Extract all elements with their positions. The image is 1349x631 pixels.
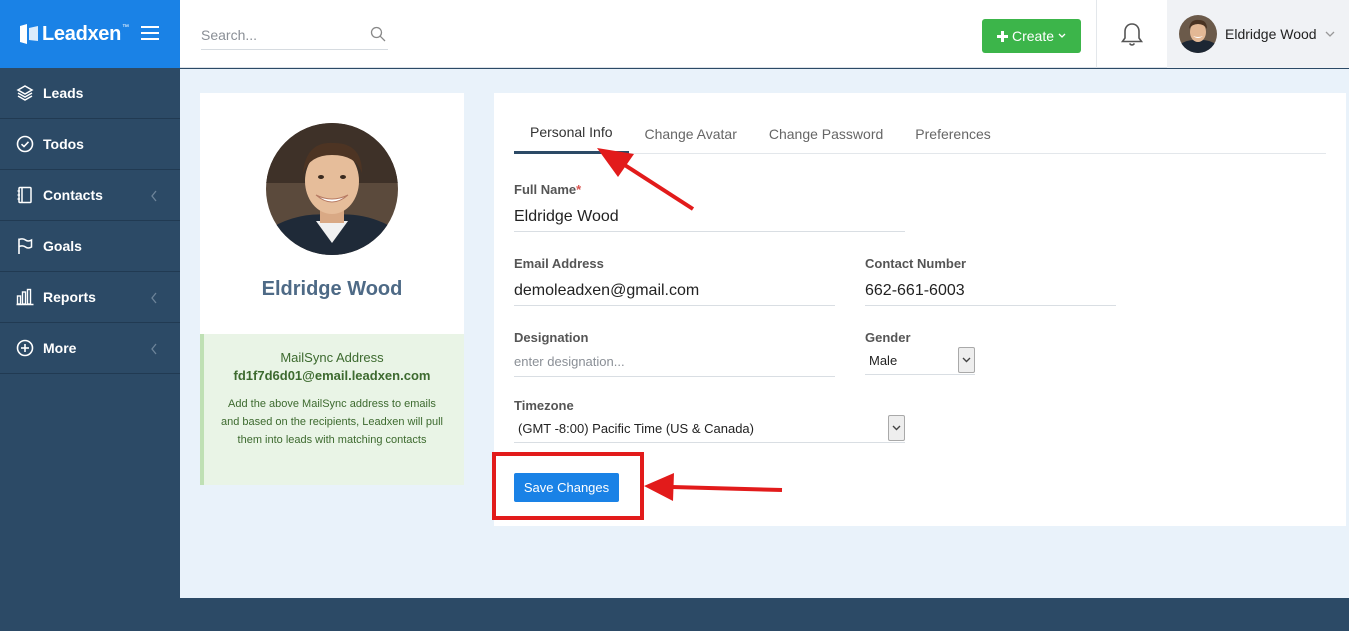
chevron-left-icon	[151, 343, 157, 355]
main-content: Eldridge Wood MailSync Address fd1f7d6d0…	[180, 69, 1349, 598]
sidebar-item-label: More	[43, 340, 77, 356]
plus-icon	[996, 30, 1008, 42]
full-name-field[interactable]	[514, 202, 905, 232]
topbar: Create Eldridge Wood	[180, 0, 1349, 68]
profile-avatar	[266, 123, 398, 255]
user-menu[interactable]: Eldridge Wood	[1167, 0, 1349, 68]
sidebar-item-label: Goals	[43, 238, 82, 254]
user-name: Eldridge Wood	[1225, 26, 1317, 42]
designation-label: Designation	[514, 330, 589, 345]
timezone-label: Timezone	[514, 398, 574, 413]
email-field[interactable]	[514, 276, 835, 306]
brand-logo[interactable]: Leadxen ™	[20, 23, 129, 46]
tab-preferences[interactable]: Preferences	[899, 113, 1006, 154]
brand-bar: Leadxen ™	[0, 0, 180, 68]
profile-name: Eldridge Wood	[261, 278, 403, 300]
chevron-down-icon	[1325, 31, 1335, 37]
chevron-down-icon	[1058, 33, 1066, 38]
full-name-label: Full Name*	[514, 182, 582, 197]
email-label: Email Address	[514, 256, 604, 271]
create-button-label: Create	[1011, 28, 1055, 44]
timezone-selected-value: (GMT -8:00) Pacific Time (US & Canada)	[518, 421, 754, 436]
address-book-icon	[17, 186, 32, 204]
footer-strip	[180, 598, 1349, 631]
sidebar-item-goals[interactable]: Goals	[0, 221, 180, 272]
plus-circle-icon	[16, 339, 34, 357]
contact-number-field[interactable]	[865, 276, 1116, 306]
sidebar-item-more[interactable]: More	[0, 323, 180, 374]
avatar	[1179, 15, 1217, 53]
profile-form-card: Personal Info Change Avatar Change Passw…	[494, 93, 1346, 526]
mailsync-description: Add the above MailSync address to emails…	[221, 398, 443, 446]
sidebar-item-contacts[interactable]: Contacts	[0, 170, 180, 221]
brand-tm: ™	[122, 23, 129, 31]
save-changes-button[interactable]: Save Changes	[514, 473, 619, 502]
gender-selected-value: Male	[869, 353, 898, 368]
check-circle-icon	[16, 135, 34, 153]
sidebar: Leads Todos Contacts Goals Reports More	[0, 68, 180, 631]
leadxen-logo-icon	[20, 24, 38, 44]
sidebar-item-todos[interactable]: Todos	[0, 119, 180, 170]
contact-number-label: Contact Number	[865, 256, 967, 271]
tab-personal-info[interactable]: Personal Info	[514, 113, 629, 154]
search-icon[interactable]	[370, 26, 386, 42]
gender-label: Gender	[865, 330, 911, 345]
timezone-select[interactable]: (GMT -8:00) Pacific Time (US & Canada)	[514, 415, 905, 443]
sidebar-item-leads[interactable]: Leads	[0, 68, 180, 119]
sidebar-item-label: Leads	[43, 85, 84, 101]
profile-card: Eldridge Wood MailSync Address fd1f7d6d0…	[200, 93, 464, 485]
flag-icon	[18, 238, 33, 254]
sidebar-item-reports[interactable]: Reports	[0, 272, 180, 323]
sidebar-item-label: Contacts	[43, 187, 103, 203]
tab-change-password[interactable]: Change Password	[753, 113, 899, 154]
gender-select[interactable]: Male	[865, 347, 975, 375]
create-button[interactable]: Create	[982, 19, 1081, 53]
designation-field[interactable]	[514, 347, 835, 377]
sidebar-item-label: Reports	[43, 289, 96, 305]
tab-bar: Personal Info Change Avatar Change Passw…	[514, 113, 1326, 154]
tab-change-avatar[interactable]: Change Avatar	[629, 113, 753, 154]
search-input[interactable]	[201, 26, 361, 43]
mailsync-address: fd1f7d6d01@email.leadxen.com	[233, 368, 431, 383]
layers-icon	[16, 85, 34, 101]
search-box	[201, 20, 388, 50]
mailsync-panel: MailSync Address fd1f7d6d01@email.leadxe…	[200, 334, 464, 485]
chevron-left-icon	[151, 190, 157, 202]
chevron-left-icon	[151, 292, 157, 304]
dropdown-arrow-icon[interactable]	[888, 415, 905, 441]
notification-bell-icon[interactable]	[1120, 22, 1144, 48]
mailsync-title: MailSync Address	[280, 350, 384, 365]
menu-toggle-icon[interactable]	[141, 26, 159, 40]
topbar-divider	[1096, 0, 1097, 68]
sidebar-item-label: Todos	[43, 136, 84, 152]
dropdown-arrow-icon[interactable]	[958, 347, 975, 373]
brand-name: Leadxen	[42, 22, 122, 45]
bar-chart-icon	[16, 288, 34, 306]
required-mark: *	[576, 182, 582, 197]
